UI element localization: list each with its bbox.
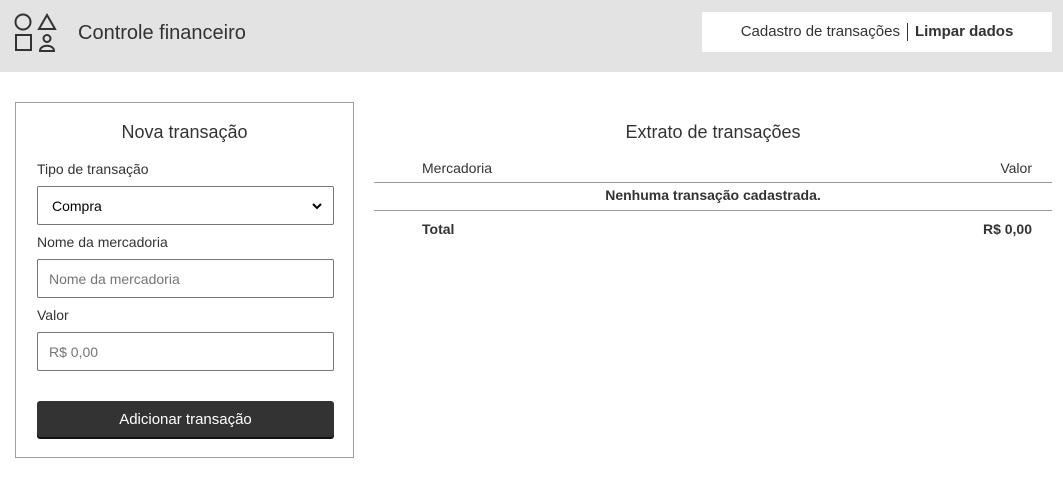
transaction-type-select[interactable]: Compra [37, 186, 334, 225]
add-transaction-button[interactable]: Adicionar transação [37, 401, 334, 437]
top-nav: Cadastro de transações Limpar dados [702, 12, 1052, 52]
value-label: Valor [37, 307, 69, 323]
column-header-value: Valor [1000, 160, 1032, 176]
app-title: Controle financeiro [78, 22, 246, 44]
column-header-merchandise: Mercadoria [422, 160, 493, 176]
product-name-label: Nome da mercadoria [37, 234, 168, 250]
new-transaction-title: Nova transação [121, 122, 248, 142]
product-name-input[interactable] [37, 259, 334, 298]
nav-limpar-dados[interactable]: Limpar dados [908, 23, 1020, 41]
total-value: R$ 0,00 [982, 221, 1032, 237]
nav-cadastro-transacoes[interactable]: Cadastro de transações [734, 23, 907, 41]
chevron-down-icon [312, 202, 322, 209]
header-divider [374, 182, 1052, 183]
transaction-type-label: Tipo de transação [37, 161, 149, 177]
total-divider [374, 210, 1052, 211]
value-input[interactable] [37, 332, 334, 371]
empty-state-message: Nenhuma transação cadastrada. [605, 187, 821, 203]
new-transaction-card: Nova transação Tipo de transação Compra … [15, 102, 354, 458]
transaction-type-selected-value: Compra [52, 197, 102, 214]
total-label: Total [422, 221, 455, 237]
shapes-logo-icon [14, 13, 57, 52]
app-header: Controle financeiro Cadastro de transaçõ… [0, 0, 1063, 72]
statement-title: Extrato de transações [625, 122, 801, 142]
